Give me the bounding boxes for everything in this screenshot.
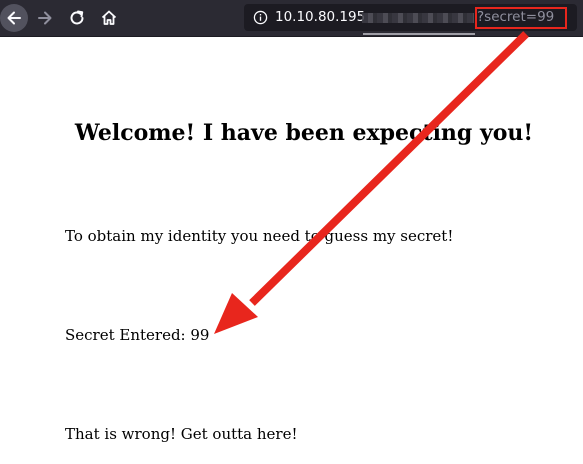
info-icon[interactable]: [253, 10, 268, 25]
address-underline: [363, 33, 475, 35]
arrow-left-icon: [7, 11, 21, 25]
arrow-right-icon: [38, 11, 52, 25]
intro-text: To obtain my identity you need to guess …: [65, 227, 454, 245]
url-host: 10.10.80.195: [275, 9, 366, 25]
result-text: That is wrong! Get outta here!: [65, 425, 298, 443]
home-icon: [101, 10, 117, 25]
redacted-url-segment: [362, 13, 474, 23]
secret-entered-text: Secret Entered: 99: [65, 326, 210, 344]
page-heading: Welcome! I have been expecting you!: [74, 120, 534, 146]
query-highlight-box: [475, 7, 567, 29]
forward-button[interactable]: [31, 4, 59, 32]
back-button[interactable]: [0, 4, 28, 32]
reload-button[interactable]: [63, 4, 91, 32]
home-button[interactable]: [95, 4, 123, 32]
browser-toolbar: 10.10.80.195 ?secret=99: [0, 0, 583, 37]
reload-icon: [70, 10, 84, 25]
